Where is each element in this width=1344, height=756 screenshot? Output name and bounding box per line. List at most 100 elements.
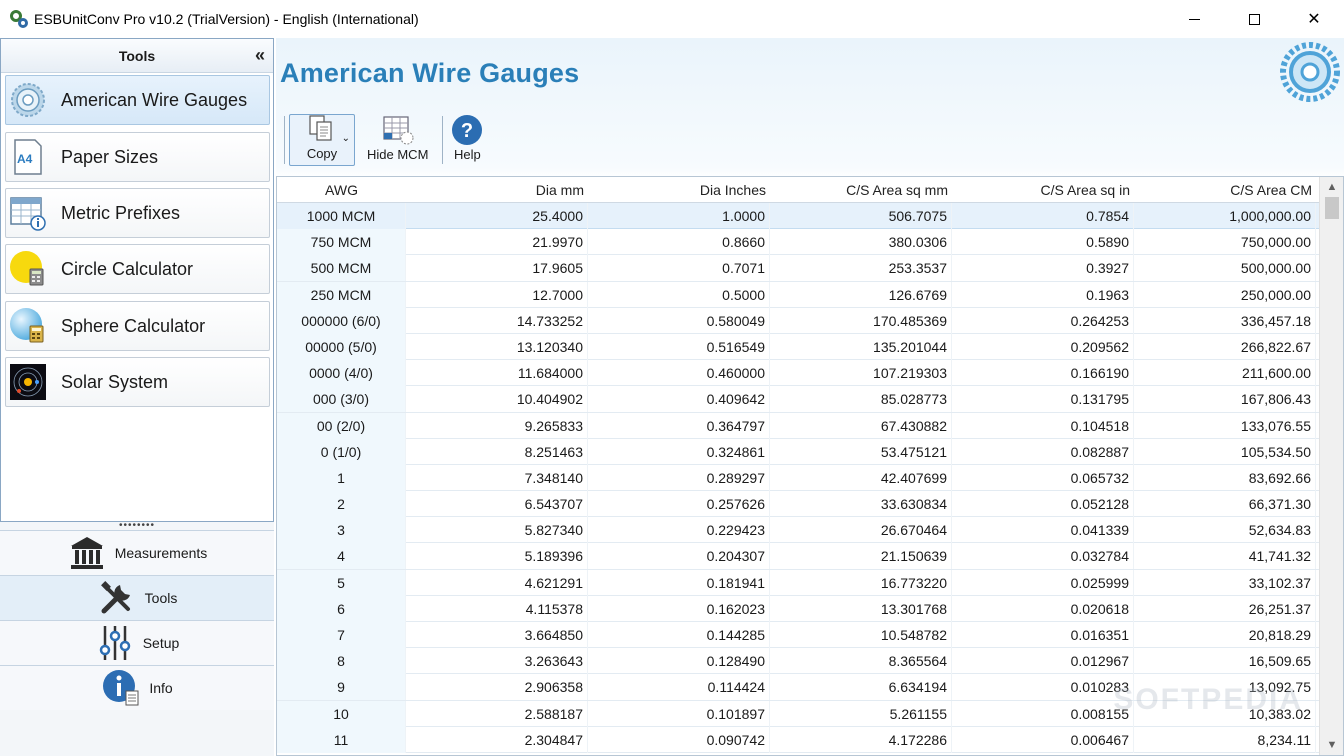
table-cell[interactable]: 4.621291 — [406, 569, 588, 596]
table-cell[interactable]: 41,741.32 — [1134, 543, 1316, 570]
table-cell[interactable]: 3.263643 — [406, 648, 588, 675]
table-row[interactable]: 1 7.348140 0.289297 42.407699 0.065732 83,692… — [277, 464, 1319, 492]
tool-item-metric-prefixes[interactable]: Metric Prefixes — [5, 188, 270, 238]
table-cell[interactable]: 3.664850 — [406, 622, 588, 648]
table-cell[interactable]: 11 — [277, 726, 406, 753]
column-header-area-sq-mm[interactable]: C/S Area sq mm — [770, 177, 952, 203]
table-cell[interactable]: 0.5890 — [952, 229, 1134, 256]
table-cell[interactable]: 0.209562 — [952, 333, 1134, 360]
table-cell[interactable]: 750,000.00 — [1134, 229, 1316, 256]
table-cell[interactable]: 9.265833 — [406, 412, 588, 439]
table-cell[interactable]: 0.7854 — [952, 203, 1134, 229]
column-header-dia-mm[interactable]: Dia mm — [406, 177, 588, 203]
table-cell[interactable]: 0.516549 — [588, 333, 770, 360]
table-cell[interactable]: 00 (2/0) — [277, 412, 406, 439]
table-cell[interactable]: 66,371.30 — [1134, 491, 1316, 518]
table-cell[interactable]: 133,076.55 — [1134, 412, 1316, 439]
table-cell[interactable]: 211,600.00 — [1134, 360, 1316, 387]
table-cell[interactable]: 10.548782 — [770, 622, 952, 648]
copy-button[interactable]: Copy ⌄ — [289, 114, 355, 166]
table-cell[interactable]: 0.008155 — [952, 700, 1134, 727]
table-row[interactable]: 750 MCM 21.9970 0.8660 380.0306 0.5890 750,00… — [277, 229, 1319, 256]
table-row[interactable]: 8 3.263643 0.128490 8.365564 0.012967 16,509.… — [277, 648, 1319, 675]
table-cell[interactable]: 0.257626 — [588, 491, 770, 518]
nav-measurements[interactable]: Measurements — [0, 530, 274, 575]
nav-info[interactable]: Info — [0, 665, 274, 710]
table-cell[interactable]: 000 (3/0) — [277, 386, 406, 413]
table-cell[interactable]: 1 — [277, 464, 406, 491]
tool-item-circle-calculator[interactable]: Circle Calculator — [5, 244, 270, 294]
table-cell[interactable]: 2 — [277, 491, 406, 518]
table-cell[interactable]: 0.204307 — [588, 543, 770, 570]
table-cell[interactable]: 8,234.11 — [1134, 726, 1316, 753]
table-cell[interactable]: 2.588187 — [406, 700, 588, 727]
table-cell[interactable]: 0000 (4/0) — [277, 360, 406, 387]
table-row[interactable]: 6 4.115378 0.162023 13.301768 0.020618 26,251… — [277, 595, 1319, 622]
table-cell[interactable]: 6 — [277, 595, 406, 622]
table-cell[interactable]: 10,383.02 — [1134, 700, 1316, 727]
table-cell[interactable]: 13,092.75 — [1134, 674, 1316, 701]
table-row[interactable]: 2 6.543707 0.257626 33.630834 0.052128 66,371… — [277, 491, 1319, 518]
table-cell[interactable]: 21.150639 — [770, 543, 952, 570]
table-cell[interactable]: 53.475121 — [770, 438, 952, 465]
table-cell[interactable]: 33.630834 — [770, 491, 952, 518]
table-row[interactable]: 0 (1/0) 8.251463 0.324861 53.475121 0.082887… — [277, 438, 1319, 465]
tool-item-solar-system[interactable]: Solar System — [5, 357, 270, 407]
table-cell[interactable]: 167,806.43 — [1134, 386, 1316, 413]
table-cell[interactable]: 0.144285 — [588, 622, 770, 648]
table-cell[interactable]: 0.324861 — [588, 438, 770, 465]
wire-gauge-table[interactable]: AWG Dia mm Dia Inches C/S Area sq mm C/S… — [276, 176, 1344, 756]
table-cell[interactable]: 2.304847 — [406, 726, 588, 753]
table-cell[interactable]: 2.906358 — [406, 674, 588, 701]
scrollbar-thumb[interactable] — [1325, 197, 1339, 219]
table-row[interactable]: 10 2.588187 0.101897 5.261155 0.008155 10,383… — [277, 700, 1319, 727]
table-cell[interactable]: 17.9605 — [406, 255, 588, 282]
table-cell[interactable]: 0.090742 — [588, 726, 770, 753]
table-cell[interactable]: 14.733252 — [406, 307, 588, 334]
table-cell[interactable]: 0 (1/0) — [277, 438, 406, 465]
table-cell[interactable]: 0.114424 — [588, 674, 770, 701]
table-cell[interactable]: 500,000.00 — [1134, 255, 1316, 282]
table-row[interactable]: 00 (2/0) 9.265833 0.364797 67.430882 0.10451… — [277, 412, 1319, 439]
chevron-down-icon[interactable]: ⌄ — [342, 133, 350, 144]
minimize-button[interactable] — [1164, 0, 1224, 38]
table-cell[interactable]: 25.4000 — [406, 203, 588, 229]
table-cell[interactable]: 0.3927 — [952, 255, 1134, 282]
table-cell[interactable]: 7.348140 — [406, 464, 588, 491]
scroll-up-arrow-icon[interactable]: ▲ — [1320, 177, 1343, 197]
table-cell[interactable]: 0.012967 — [952, 648, 1134, 675]
table-cell[interactable]: 0.166190 — [952, 360, 1134, 387]
table-row[interactable]: 5 4.621291 0.181941 16.773220 0.025999 33,102… — [277, 569, 1319, 596]
table-cell[interactable]: 0.289297 — [588, 464, 770, 491]
table-cell[interactable]: 1.0000 — [588, 203, 770, 229]
table-cell[interactable]: 0.181941 — [588, 569, 770, 596]
table-cell[interactable]: 8.251463 — [406, 438, 588, 465]
table-cell[interactable]: 107.219303 — [770, 360, 952, 387]
table-cell[interactable]: 1,000,000.00 — [1134, 203, 1316, 229]
table-cell[interactable]: 10 — [277, 700, 406, 727]
column-header-dia-inches[interactable]: Dia Inches — [588, 177, 770, 203]
table-cell[interactable]: 13.120340 — [406, 333, 588, 360]
table-cell[interactable]: 0.131795 — [952, 386, 1134, 413]
table-cell[interactable]: 13.301768 — [770, 595, 952, 622]
table-cell[interactable]: 0.364797 — [588, 412, 770, 439]
table-cell[interactable]: 33,102.37 — [1134, 569, 1316, 596]
table-cell[interactable]: 52,634.83 — [1134, 517, 1316, 544]
table-cell[interactable]: 253.3537 — [770, 255, 952, 282]
table-cell[interactable]: 21.9970 — [406, 229, 588, 256]
scroll-down-arrow-icon[interactable]: ▼ — [1320, 735, 1343, 755]
table-cell[interactable]: 6.543707 — [406, 491, 588, 518]
table-cell[interactable]: 00000 (5/0) — [277, 333, 406, 360]
nav-tools[interactable]: Tools — [0, 575, 274, 620]
close-button[interactable]: ✕ — [1284, 0, 1344, 38]
column-header-area-cm[interactable]: C/S Area CM — [1134, 177, 1316, 203]
column-header-area-sq-in[interactable]: C/S Area sq in — [952, 177, 1134, 203]
table-row[interactable]: 00000 (5/0) 13.120340 0.516549 135.201044 0.… — [277, 333, 1319, 361]
table-cell[interactable]: 0.101897 — [588, 700, 770, 727]
tool-item-paper-sizes[interactable]: A4 Paper Sizes — [5, 132, 270, 182]
table-row[interactable]: 250 MCM 12.7000 0.5000 126.6769 0.1963 250,00… — [277, 281, 1319, 308]
table-cell[interactable]: 170.485369 — [770, 307, 952, 334]
table-cell[interactable]: 4 — [277, 543, 406, 570]
table-cell[interactable]: 9 — [277, 674, 406, 701]
table-cell[interactable]: 4.115378 — [406, 595, 588, 622]
